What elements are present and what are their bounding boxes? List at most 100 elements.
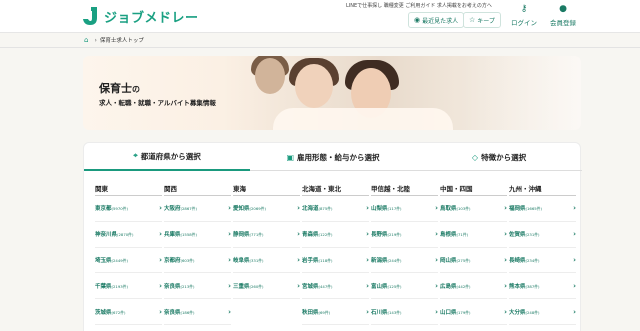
tab-prefecture[interactable]: ⌖ 都道府県から選択 — [84, 143, 250, 171]
chevron-right-icon: › — [159, 281, 162, 290]
job-count: (2870件) — [117, 232, 134, 238]
chevron-right-icon: › — [159, 307, 162, 316]
prefecture-link[interactable]: 青森県(122件) › — [302, 222, 369, 248]
prefecture-link[interactable]: 愛知県(2069件) › — [233, 196, 300, 222]
prefecture-link[interactable]: 茨城県(672件) › — [95, 299, 162, 325]
recent-jobs-button[interactable]: ◉ 最近見た求人 — [408, 12, 465, 28]
prefecture-link[interactable]: 静岡県(771件) › — [233, 222, 300, 248]
region-column: 甲信越・北陸 山梨県(117件) › 長野県(219件) › 新潟県(244件) › 富山県(… — [371, 183, 438, 325]
page-subtitle: 求人・転職・就職・アルバイト募集情報 — [99, 99, 216, 107]
prefecture-label: 秋田県 — [302, 309, 319, 316]
prefecture-link[interactable]: 福岡県(1665件) › — [509, 196, 576, 222]
logo-mark-icon — [82, 6, 100, 26]
job-count: (2069件) — [249, 206, 266, 212]
prefecture-name: 石川県(143件) — [371, 308, 402, 316]
tag-icon: ◇ — [471, 152, 479, 162]
prefecture-link[interactable]: 奈良県(186件) › — [164, 299, 231, 325]
job-count: (117件) — [387, 206, 402, 212]
job-count: (71件) — [456, 232, 469, 238]
prefecture-link[interactable]: 京都府(603件) › — [164, 248, 231, 274]
site-logo[interactable]: ジョブメドレー — [82, 6, 199, 26]
prefecture-link[interactable]: 大阪府(2867件) › — [164, 196, 231, 222]
prefecture-name: 奈良県(186件) — [164, 308, 195, 316]
prefecture-label: 大分県 — [509, 309, 526, 316]
chevron-right-icon: › — [297, 230, 300, 239]
prefecture-label: 千葉県 — [95, 283, 112, 290]
prefecture-link[interactable]: 東京都(5970件) › — [95, 196, 162, 222]
prefecture-link[interactable]: 秋田県(69件) › — [302, 299, 369, 325]
tab-features[interactable]: ◇ 特徴から選択 — [416, 143, 582, 171]
job-count: (179件) — [456, 309, 471, 315]
chevron-right-icon: › — [504, 255, 507, 264]
prefecture-name: 熊本県(387件) — [509, 282, 540, 290]
star-icon: ☆ — [469, 16, 476, 24]
prefecture-link[interactable]: 佐賀県(231件) › — [509, 222, 576, 248]
chevron-right-icon: › — [159, 230, 162, 239]
prefecture-link[interactable]: 三重県(260件) › — [233, 273, 300, 300]
prefecture-link[interactable]: 広島県(442件) › — [440, 273, 507, 300]
prefecture-link[interactable]: 鳥取県(103件) › — [440, 196, 507, 222]
prefecture-link[interactable]: 兵庫県(1558件) › — [164, 222, 231, 248]
header-links[interactable]: LINEで仕事探し 職種変更 ご利用ガイド 求人掲載をお考えの方へ — [346, 2, 492, 9]
prefecture-name: 山口県(179件) — [440, 308, 471, 316]
prefecture-name: 山梨県(117件) — [371, 204, 402, 212]
prefecture-link[interactable]: 山口県(179件) › — [440, 299, 507, 325]
prefecture-link[interactable]: 宮城県(447件) › — [302, 273, 369, 300]
prefecture-name: 三重県(260件) — [233, 282, 264, 290]
prefecture-name: 青森県(122件) — [302, 230, 333, 238]
prefecture-name: 宮城県(447件) — [302, 282, 333, 290]
site-header: ジョブメドレー LINEで仕事探し 職種変更 ご利用ガイド 求人掲載をお考えの方… — [0, 0, 640, 33]
chevron-right-icon: › — [297, 255, 300, 264]
prefecture-link[interactable]: 石川県(143件) › — [371, 299, 438, 325]
prefecture-link[interactable]: 山梨県(117件) › — [371, 196, 438, 222]
job-count: (442件) — [456, 283, 471, 289]
prefecture-link[interactable]: 奈良県(213件) › — [164, 273, 231, 300]
prefecture-label: 広島県 — [440, 283, 457, 290]
keep-button[interactable]: ☆ キープ — [463, 12, 501, 28]
prefecture-link[interactable]: 北海道(875件) › — [302, 196, 369, 222]
register-button[interactable]: ● 会員登録 — [543, 3, 583, 30]
prefecture-name: 長崎県(234件) — [509, 256, 540, 264]
prefecture-name: 大阪府(2867件) — [164, 204, 197, 212]
prefecture-link[interactable]: 埼玉県(2449件) › — [95, 248, 162, 274]
prefecture-link[interactable]: 長野県(219件) › — [371, 222, 438, 248]
prefecture-link[interactable]: 島根県(71件) › — [440, 222, 507, 248]
prefecture-label: 島根県 — [440, 232, 457, 239]
prefecture-label: 佐賀県 — [509, 232, 526, 239]
chevron-right-icon: › — [573, 255, 576, 264]
tab-employment[interactable]: ▣ 雇用形態・給与から選択 — [250, 143, 416, 171]
prefecture-link[interactable]: 大分県(248件) › — [509, 299, 576, 325]
region-column: 九州・沖縄 福岡県(1665件) › 佐賀県(231件) › 長崎県(234件) › 熊本県(… — [509, 183, 576, 325]
prefecture-link[interactable]: 岡山県(275件) › — [440, 248, 507, 274]
chevron-right-icon: › — [94, 36, 97, 44]
job-count: (186件) — [180, 309, 195, 315]
eye-icon: ◉ — [414, 16, 421, 24]
prefecture-link[interactable]: 岩手県(118件) › — [302, 248, 369, 274]
prefecture-link[interactable]: 富山県(125件) › — [371, 273, 438, 300]
chevron-right-icon: › — [573, 204, 576, 213]
prefecture-link[interactable]: 岐阜県(331件) › — [233, 248, 300, 274]
chevron-right-icon: › — [228, 307, 231, 316]
prefecture-label: 青森県 — [302, 232, 319, 239]
job-count: (5970件) — [111, 206, 128, 212]
chevron-right-icon: › — [435, 204, 438, 213]
prefecture-label: 宮城県 — [302, 283, 319, 290]
map-pin-icon: ⌖ — [133, 151, 138, 160]
job-count: (875件) — [318, 206, 333, 212]
prefecture-link[interactable]: 長崎県(234件) › — [509, 248, 576, 274]
prefecture-link[interactable]: 神奈川県(2870件) › — [95, 222, 162, 248]
prefecture-label: 富山県 — [371, 283, 388, 290]
prefecture-label: 北海道 — [302, 206, 319, 213]
home-icon[interactable]: ⌂ — [84, 36, 88, 44]
prefecture-label: 熊本県 — [509, 283, 526, 290]
prefecture-label: 大阪府 — [164, 206, 181, 213]
job-count: (143件) — [387, 309, 402, 315]
prefecture-link[interactable]: 千葉県(2193件) › — [95, 273, 162, 300]
prefecture-link[interactable]: 新潟県(244件) › — [371, 248, 438, 274]
prefecture-link[interactable]: 熊本県(387件) › — [509, 273, 576, 300]
login-button[interactable]: ⚷ ログイン — [504, 3, 544, 30]
job-count: (213件) — [180, 283, 195, 289]
chevron-right-icon: › — [366, 281, 369, 290]
search-panel: ⌖ 都道府県から選択 ▣ 雇用形態・給与から選択 ◇ 特徴から選択 関東 東京都(… — [83, 142, 582, 331]
job-count: (672件) — [111, 309, 126, 315]
